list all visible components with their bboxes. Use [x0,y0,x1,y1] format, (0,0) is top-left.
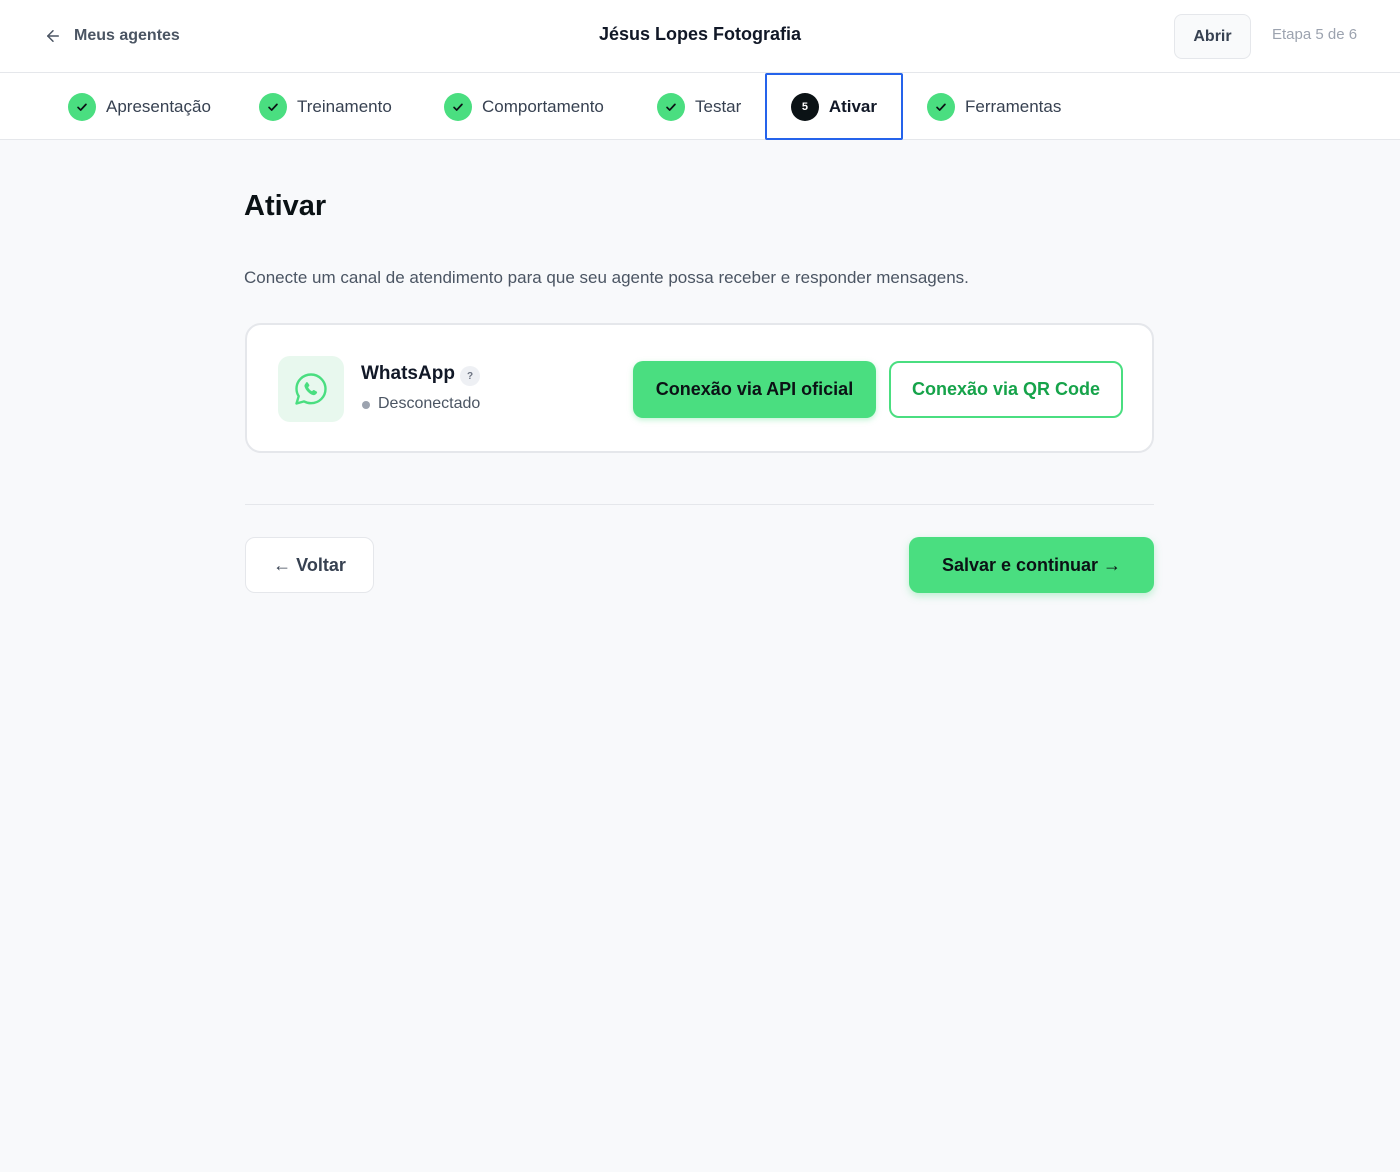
step-label: Testar [695,96,742,116]
status-dot-icon [362,401,370,409]
connection-status: Desconectado [378,395,481,412]
help-icon[interactable]: ? [460,366,480,386]
step-ativar[interactable]: 5 Ativar [765,73,903,140]
step-label: Comportamento [482,96,604,116]
check-icon [444,92,472,121]
step-apresentacao[interactable]: Apresentação [68,73,211,140]
whatsapp-channel-card: WhatsApp ? Desconectado Conexão via API … [245,323,1154,453]
check-icon [927,92,955,121]
step-comportamento[interactable]: Comportamento [444,73,604,140]
connect-qr-button[interactable]: Conexão via QR Code [889,361,1123,418]
step-label: Apresentação [106,96,211,116]
top-bar: Meus agentes Jésus Lopes Fotografia Abri… [0,0,1400,73]
step-label: Treinamento [297,96,392,116]
step-counter: Etapa 5 de 6 [1272,26,1358,43]
divider [245,504,1154,505]
save-continue-button[interactable]: Salvar e continuar → [909,537,1154,593]
channel-name: WhatsApp [361,363,455,384]
step-ferramentas[interactable]: Ferramentas [927,73,1061,140]
back-button[interactable]: ← Voltar [245,537,374,593]
step-number-badge: 5 [791,92,819,121]
open-button[interactable]: Abrir [1174,14,1251,59]
page-title: Ativar [244,190,327,222]
connect-api-button[interactable]: Conexão via API oficial [633,361,876,418]
check-icon [259,92,287,121]
steps-nav: Apresentação Treinamento Comportamento T… [0,73,1400,140]
step-label: Ativar [828,96,877,116]
whatsapp-icon [278,356,344,422]
step-treinamento[interactable]: Treinamento [259,73,392,140]
step-label: Ferramentas [965,96,1062,116]
check-icon [657,92,685,121]
check-icon [68,92,96,121]
page-description: Conecte um canal de atendimento para que… [244,268,969,287]
step-testar[interactable]: Testar [657,73,741,140]
